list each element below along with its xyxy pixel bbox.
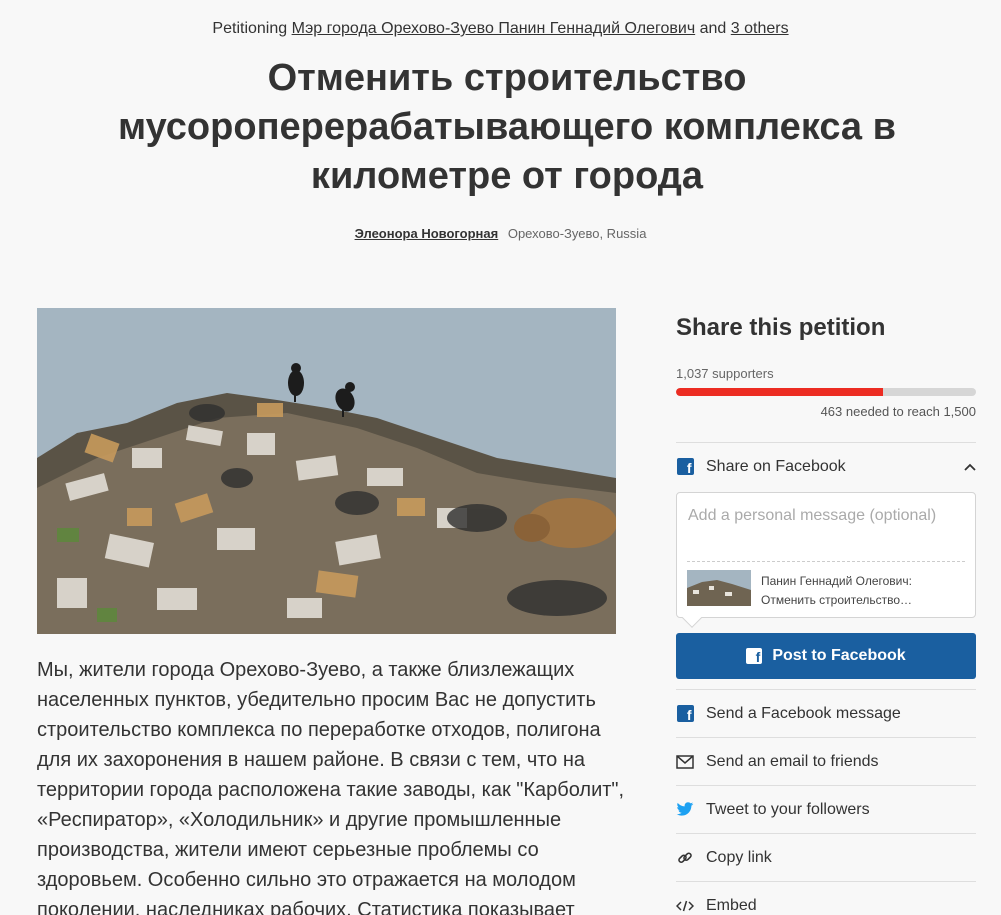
post-to-facebook-label: Post to Facebook: [772, 647, 906, 664]
message-box-pointer: [682, 608, 702, 628]
share-facebook-label: Share on Facebook: [706, 457, 846, 475]
supporters-count: 1,037 supporters: [676, 366, 774, 381]
petition-image: [37, 308, 616, 634]
petitioning-prefix: Petitioning: [212, 20, 288, 37]
facebook-icon: f: [746, 648, 763, 664]
send-facebook-message-row[interactable]: f Send a Facebook message: [676, 690, 976, 737]
facebook-icon: f: [676, 705, 694, 723]
share-sidebar: Share this petition 1,037 supporters 463…: [676, 310, 976, 915]
needed-text: 463 needed to reach 1,500: [820, 404, 976, 419]
petitioning-line: Petitioning Мэр города Орехово-Зуево Пан…: [0, 19, 1001, 39]
facebook-icon: f: [676, 458, 694, 476]
embed-label: Embed: [706, 896, 757, 914]
link-icon: [676, 849, 694, 867]
author-location: Орехово-Зуево, Russia: [507, 226, 647, 241]
divider: [687, 561, 965, 562]
share-title: Share this petition: [676, 314, 886, 341]
send-email-label: Send an email to friends: [706, 752, 879, 770]
progress-bar-fill: [676, 388, 884, 396]
petition-body: Мы, жители города Орехово-Зуево, а также…: [37, 659, 625, 915]
author-link[interactable]: Элеонора Новогорная: [355, 226, 499, 241]
preview-line-2: Отменить строительство…: [761, 593, 913, 607]
embed-row[interactable]: Embed: [676, 882, 976, 915]
tweet-label: Tweet to your followers: [706, 800, 870, 818]
tweet-row[interactable]: Tweet to your followers: [676, 786, 976, 833]
others-link[interactable]: 3 others: [731, 20, 789, 37]
send-email-row[interactable]: Send an email to friends: [676, 738, 976, 785]
twitter-bird-icon: [676, 801, 694, 819]
envelope-icon: [676, 753, 694, 771]
preview-thumbnail: [687, 570, 751, 606]
progress-bar: [676, 388, 976, 396]
author-row: Элеонора Новогорная Орехово-Зуево, Russi…: [0, 226, 1001, 242]
copy-link-row[interactable]: Copy link: [676, 834, 976, 881]
petition-target-link[interactable]: Мэр города Орехово-Зуево Панин Геннадий …: [292, 20, 696, 37]
personal-message-box[interactable]: Add a personal message (optional) Панин …: [676, 492, 976, 628]
preview-line-1: Панин Геннадий Олегович:: [761, 574, 912, 588]
post-to-facebook-button[interactable]: f Post to Facebook: [676, 633, 976, 679]
personal-message-placeholder: Add a personal message (optional): [688, 507, 937, 524]
and-word: and: [699, 20, 727, 37]
send-facebook-message-label: Send a Facebook message: [706, 704, 901, 722]
preview-text: Панин Геннадий Олегович: Отменить строит…: [761, 572, 912, 610]
petition-title: Отменить строительство мусороперерабатыв…: [118, 57, 896, 197]
chevron-up-icon: [964, 460, 976, 474]
copy-link-label: Copy link: [706, 848, 772, 866]
share-facebook-toggle[interactable]: f Share on Facebook: [676, 443, 976, 490]
code-icon: [676, 897, 694, 915]
